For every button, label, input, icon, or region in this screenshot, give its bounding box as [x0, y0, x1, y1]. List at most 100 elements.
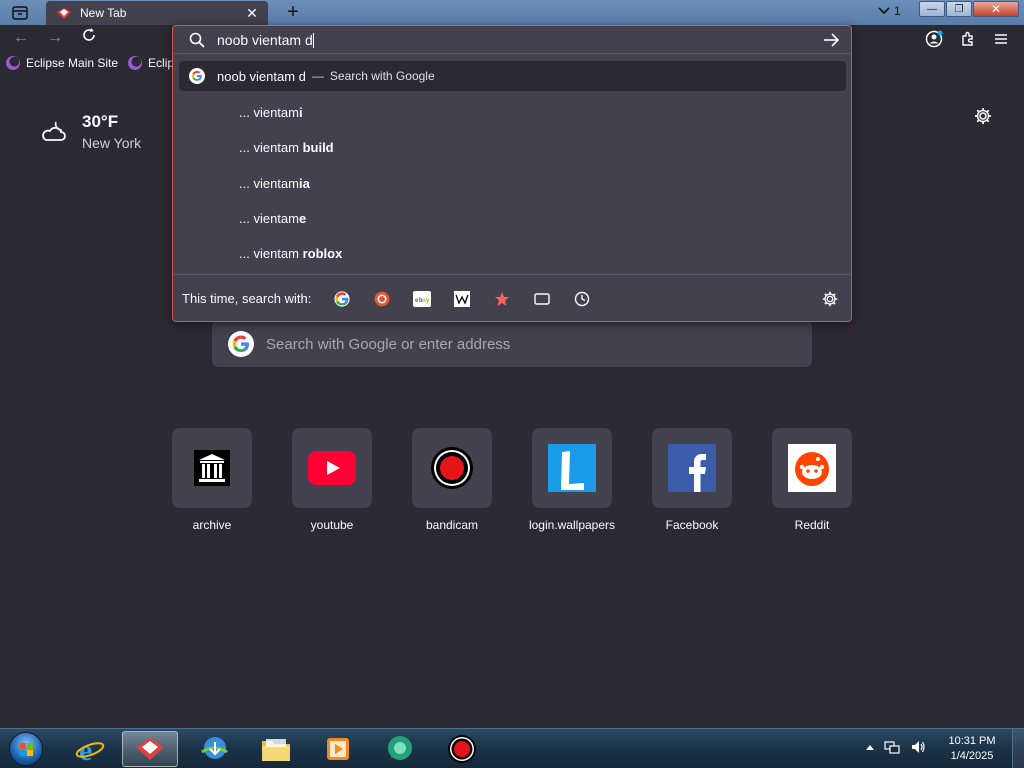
urlbar-input[interactable]: noob vientam d [173, 26, 851, 54]
tab-close-icon[interactable]: ✕ [244, 5, 260, 22]
account-icon [925, 30, 943, 48]
suggestion-completion: e [298, 210, 307, 226]
tile-label: bandicam [425, 518, 479, 532]
system-tray [866, 739, 926, 755]
back-button[interactable]: ← [10, 27, 32, 49]
close-window-button[interactable]: ✕ [973, 1, 1019, 17]
minimize-button[interactable]: — [919, 1, 945, 17]
tile-box [532, 428, 612, 508]
top-site-login-wallpapers[interactable]: login.wallpapers [528, 428, 616, 532]
tile-label: youtube [310, 518, 354, 532]
urlbar-results-popup: noob vientam d noob vientam d — Search w… [172, 25, 852, 322]
urlbar-value: noob vientam d [217, 31, 313, 48]
list-all-tabs-button[interactable]: 1 [878, 4, 901, 18]
weather-city: New York [82, 135, 142, 151]
go-arrow-icon[interactable] [821, 30, 841, 50]
tabs-icon[interactable] [533, 290, 551, 308]
suggestion-search-with-google[interactable]: noob vientam d — Search with Google [179, 61, 846, 91]
new-tab-button[interactable]: + [284, 2, 302, 22]
suggestion-item[interactable]: ... vientam e [239, 206, 306, 230]
suggestion-item[interactable]: ... vientam ia [239, 171, 310, 195]
search-settings-gear-icon[interactable] [821, 290, 839, 308]
internet-explorer-icon: e [75, 734, 105, 764]
tile-box [652, 428, 732, 508]
one-off-search-bar: This time, search with: ebay [173, 274, 851, 322]
cloudy-night-icon [42, 121, 66, 141]
taskbar-internet-explorer[interactable]: e [62, 731, 118, 767]
account-button[interactable] [923, 28, 945, 50]
suggestion-prefix: ... vientam [239, 210, 299, 226]
weather-widget[interactable]: 30°F New York [40, 112, 141, 151]
bandicam-icon [448, 735, 476, 763]
extensions-button[interactable] [957, 28, 979, 50]
download-manager-icon [201, 737, 228, 759]
wikipedia-icon[interactable] [453, 290, 471, 308]
windows-logo-icon [9, 732, 43, 766]
youtube-icon [308, 451, 356, 485]
bookmarks-star-icon[interactable] [493, 290, 511, 308]
suggestion-hint: Search with Google [329, 69, 435, 83]
chevron-down-icon [878, 7, 890, 15]
google-icon[interactable] [333, 290, 351, 308]
network-icon[interactable] [884, 739, 900, 755]
taskbar-chat-app[interactable] [372, 731, 428, 767]
start-button[interactable] [6, 731, 46, 767]
show-hidden-icons-arrow-icon[interactable] [866, 744, 874, 750]
taskbar-bandicam[interactable] [434, 731, 490, 767]
suggestion-completion: roblox [302, 245, 343, 261]
taskbar-media-player[interactable] [310, 731, 366, 767]
personalize-gear-icon[interactable] [973, 106, 993, 126]
tab-title: New Tab [80, 6, 127, 20]
facebook-icon [668, 444, 716, 492]
suggestion-prefix: ... vientam [239, 245, 303, 261]
text-caret [312, 32, 314, 48]
menu-button[interactable] [990, 28, 1012, 50]
duckduckgo-icon[interactable] [373, 290, 391, 308]
suggestion-text: noob vientam d [217, 68, 306, 84]
history-icon[interactable] [573, 290, 591, 308]
taskbar-file-explorer[interactable] [248, 731, 304, 767]
volume-icon[interactable] [910, 739, 926, 755]
search-icon [189, 32, 205, 48]
tile-box [412, 428, 492, 508]
tab-list-icon[interactable] [8, 3, 32, 23]
chat-bubble-icon [388, 736, 412, 760]
suggestion-prefix: ... vientam [239, 104, 299, 120]
tab-new-tab[interactable]: New Tab ✕ [46, 1, 268, 25]
clock-time: 10:31 PM [948, 735, 996, 747]
puzzle-icon [962, 31, 973, 46]
top-site-archive[interactable]: archive [172, 428, 252, 532]
newtab-search-placeholder: Search with Google or enter address [266, 335, 511, 353]
forward-button[interactable]: → [44, 27, 66, 49]
show-desktop-button[interactable] [1012, 729, 1024, 768]
suggestion-item[interactable]: ... vientam roblox [239, 241, 342, 265]
top-site-youtube[interactable]: youtube [292, 428, 372, 532]
google-icon [228, 331, 254, 357]
ebay-icon[interactable]: ebay [413, 290, 432, 308]
bandicam-icon [431, 447, 473, 489]
window-controls: — ❐ ✕ [918, 1, 1019, 17]
suggestion-item[interactable]: ... vientam i [239, 100, 303, 124]
media-player-icon [327, 738, 349, 760]
top-site-reddit[interactable]: Reddit [772, 428, 852, 532]
bookmark-eclipse-main-site[interactable]: Eclipse Main Site [6, 56, 118, 70]
tab-count: 1 [894, 4, 901, 18]
windows-taskbar: e 10:31 PM 1/4/2025 [0, 728, 1024, 768]
taskbar-download-manager[interactable] [186, 731, 242, 767]
folder-icon [262, 739, 290, 761]
reload-button[interactable] [78, 27, 100, 49]
maximize-button[interactable]: ❐ [946, 1, 972, 17]
browser-favicon-icon [136, 738, 164, 760]
top-site-facebook[interactable]: Facebook [652, 428, 732, 532]
reload-icon [83, 28, 95, 41]
taskbar-browser[interactable] [122, 731, 178, 767]
eclipse-icon [6, 56, 20, 70]
wallpapers-icon [548, 444, 596, 492]
system-clock[interactable]: 10:31 PM 1/4/2025 [936, 734, 1008, 764]
suggestion-dash: — [311, 69, 324, 83]
suggestion-item[interactable]: ... vientam build [239, 135, 334, 159]
tile-label: login.wallpapers [528, 518, 616, 532]
top-site-bandicam[interactable]: bandicam [412, 428, 492, 532]
newtab-search-box[interactable]: Search with Google or enter address [212, 321, 812, 367]
urlbar-text[interactable]: noob vientam d [217, 32, 821, 48]
